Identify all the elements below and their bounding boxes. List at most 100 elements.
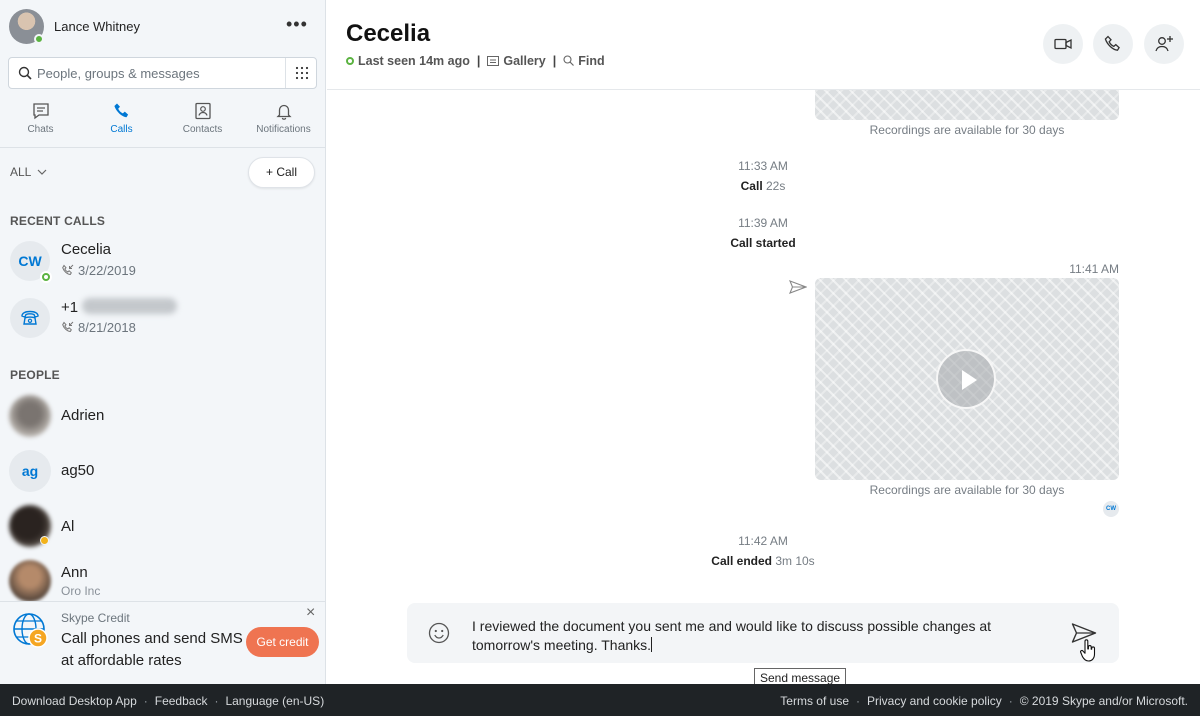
get-credit-button[interactable]: Get credit (246, 627, 319, 657)
last-seen-text: Last seen 14m ago (358, 54, 470, 68)
contact-name: Cecelia (61, 241, 112, 258)
search-box (8, 57, 317, 89)
recording-note: Recordings are available for 30 days (869, 123, 1065, 137)
tab-chats[interactable]: Chats (0, 98, 81, 147)
credit-title: Skype Credit (61, 611, 130, 625)
avatar-initials: CW (18, 253, 42, 269)
chat-header: Cecelia Last seen 14m ago | Gallery | Find (327, 0, 1200, 90)
tab-label: Calls (110, 124, 133, 135)
privacy-link[interactable]: Privacy and cookie policy (867, 694, 1002, 708)
call-date-text: 3/22/2019 (78, 263, 136, 278)
gallery-icon (487, 56, 500, 66)
language-link[interactable]: Language (en-US) (225, 694, 324, 708)
download-app-link[interactable]: Download Desktop App (12, 694, 137, 708)
copyright-text: © 2019 Skype and/or Microsoft. (1019, 694, 1188, 708)
emoji-icon[interactable] (428, 622, 450, 644)
feedback-link[interactable]: Feedback (155, 694, 208, 708)
recent-call-item[interactable]: CW Cecelia 3/22/2019 (0, 235, 325, 289)
phone-icon (1104, 35, 1120, 51)
svg-text:S: S (34, 632, 42, 646)
call-event-label: Call (740, 179, 763, 193)
add-people-button[interactable] (1144, 24, 1184, 64)
profile-name[interactable]: Lance Whitney (54, 19, 140, 34)
call-recording-thumbnail[interactable] (815, 90, 1119, 120)
chat-title: Cecelia (346, 20, 431, 47)
find-label: Find (578, 54, 605, 68)
read-receipt-avatar: CW (1103, 501, 1119, 517)
search-input[interactable] (37, 58, 287, 88)
person-item[interactable]: ag ag50 (0, 443, 325, 497)
message-input[interactable]: I reviewed the document you sent me and … (472, 617, 1032, 655)
person-name: Adrien (61, 407, 105, 424)
contact-name: +1 (61, 298, 178, 316)
close-icon[interactable]: × (306, 604, 315, 622)
person-item[interactable]: Adrien (0, 388, 325, 442)
tab-contacts[interactable]: Contacts (162, 98, 243, 147)
call-event: Call started (730, 236, 796, 250)
gallery-link[interactable]: Gallery (487, 54, 546, 68)
call-date: 3/22/2019 (61, 263, 136, 278)
phone-number-avatar (10, 298, 50, 338)
bell-icon (275, 104, 292, 120)
message-time: 11:39 AM (738, 216, 788, 230)
find-link[interactable]: Find (563, 54, 605, 68)
call-date-text: 8/21/2018 (78, 320, 136, 335)
video-camera-icon (1054, 38, 1072, 50)
incoming-call-icon (62, 321, 74, 333)
call-event: Call 22s (613, 179, 913, 193)
tab-label: Contacts (182, 124, 223, 135)
online-status-icon (40, 271, 52, 283)
tab-calls[interactable]: Calls (81, 98, 162, 147)
dial-pad-button[interactable] (285, 58, 317, 88)
contacts-icon (194, 102, 211, 120)
video-call-button[interactable] (1043, 24, 1083, 64)
recording-note: Recordings are available for 30 days (869, 483, 1065, 497)
call-event: Call ended 3m 10s (613, 554, 913, 568)
call-date: 8/21/2018 (61, 320, 136, 335)
tab-label: Notifications (256, 124, 311, 135)
nav-tabs: Chats Calls Contacts Notifications (0, 98, 325, 148)
away-status-icon (40, 536, 49, 545)
last-seen-status-icon (346, 57, 354, 65)
audio-call-button[interactable] (1093, 24, 1133, 64)
tab-notifications[interactable]: Notifications (243, 98, 324, 147)
call-recording-thumbnail[interactable] (815, 278, 1119, 480)
new-call-button[interactable]: + Call (248, 157, 315, 188)
call-duration: 22s (766, 179, 786, 193)
person-item[interactable]: Al (0, 498, 325, 552)
search-icon (18, 66, 32, 80)
online-status-icon (34, 34, 44, 44)
call-duration: 3m 10s (775, 554, 815, 568)
person-name: Al (61, 518, 75, 535)
filter-dropdown[interactable]: ALL (10, 165, 47, 179)
chat-icon (32, 103, 49, 120)
footer-left: Download Desktop App · Feedback · Language (… (12, 694, 325, 708)
gallery-label: Gallery (503, 54, 546, 68)
message-text: I reviewed the document you sent me and … (472, 618, 992, 653)
phone-icon (113, 103, 128, 118)
person-subtitle: Oro Inc (61, 584, 101, 598)
tab-label: Chats (27, 124, 54, 135)
more-options-icon[interactable]: ••• (286, 14, 308, 35)
hand-pointer-icon (1080, 639, 1096, 662)
terms-link[interactable]: Terms of use (780, 694, 849, 708)
search-icon (563, 55, 575, 66)
blurred-number (82, 298, 178, 314)
footer-right: Terms of use · Privacy and cookie policy · ©… (780, 694, 1188, 708)
message-list[interactable]: Recordings are available for 30 days 11:… (327, 90, 1200, 604)
person-avatar (9, 560, 51, 602)
recent-calls-heading: RECENT CALLS (10, 214, 106, 228)
sidebar: Lance Whitney ••• Chats (0, 0, 326, 684)
person-item[interactable]: Ann Oro Inc (0, 553, 325, 607)
message-composer: I reviewed the document you sent me and … (407, 603, 1119, 663)
play-button[interactable] (936, 349, 996, 409)
filter-bar: ALL + Call (0, 152, 325, 190)
profile-bar: Lance Whitney ••• (0, 0, 325, 54)
message-time: 11:41 AM (1069, 262, 1119, 276)
phone-number-prefix: +1 (61, 299, 79, 316)
chat-meta: Last seen 14m ago | Gallery | Find (346, 54, 605, 68)
dial-pad-icon (295, 66, 309, 80)
skype-credit-banner: S Skype Credit Call phones and send SMS … (0, 601, 325, 684)
globe-credit-icon: S (13, 613, 48, 648)
recent-call-item[interactable]: +1 8/21/2018 (0, 292, 325, 346)
